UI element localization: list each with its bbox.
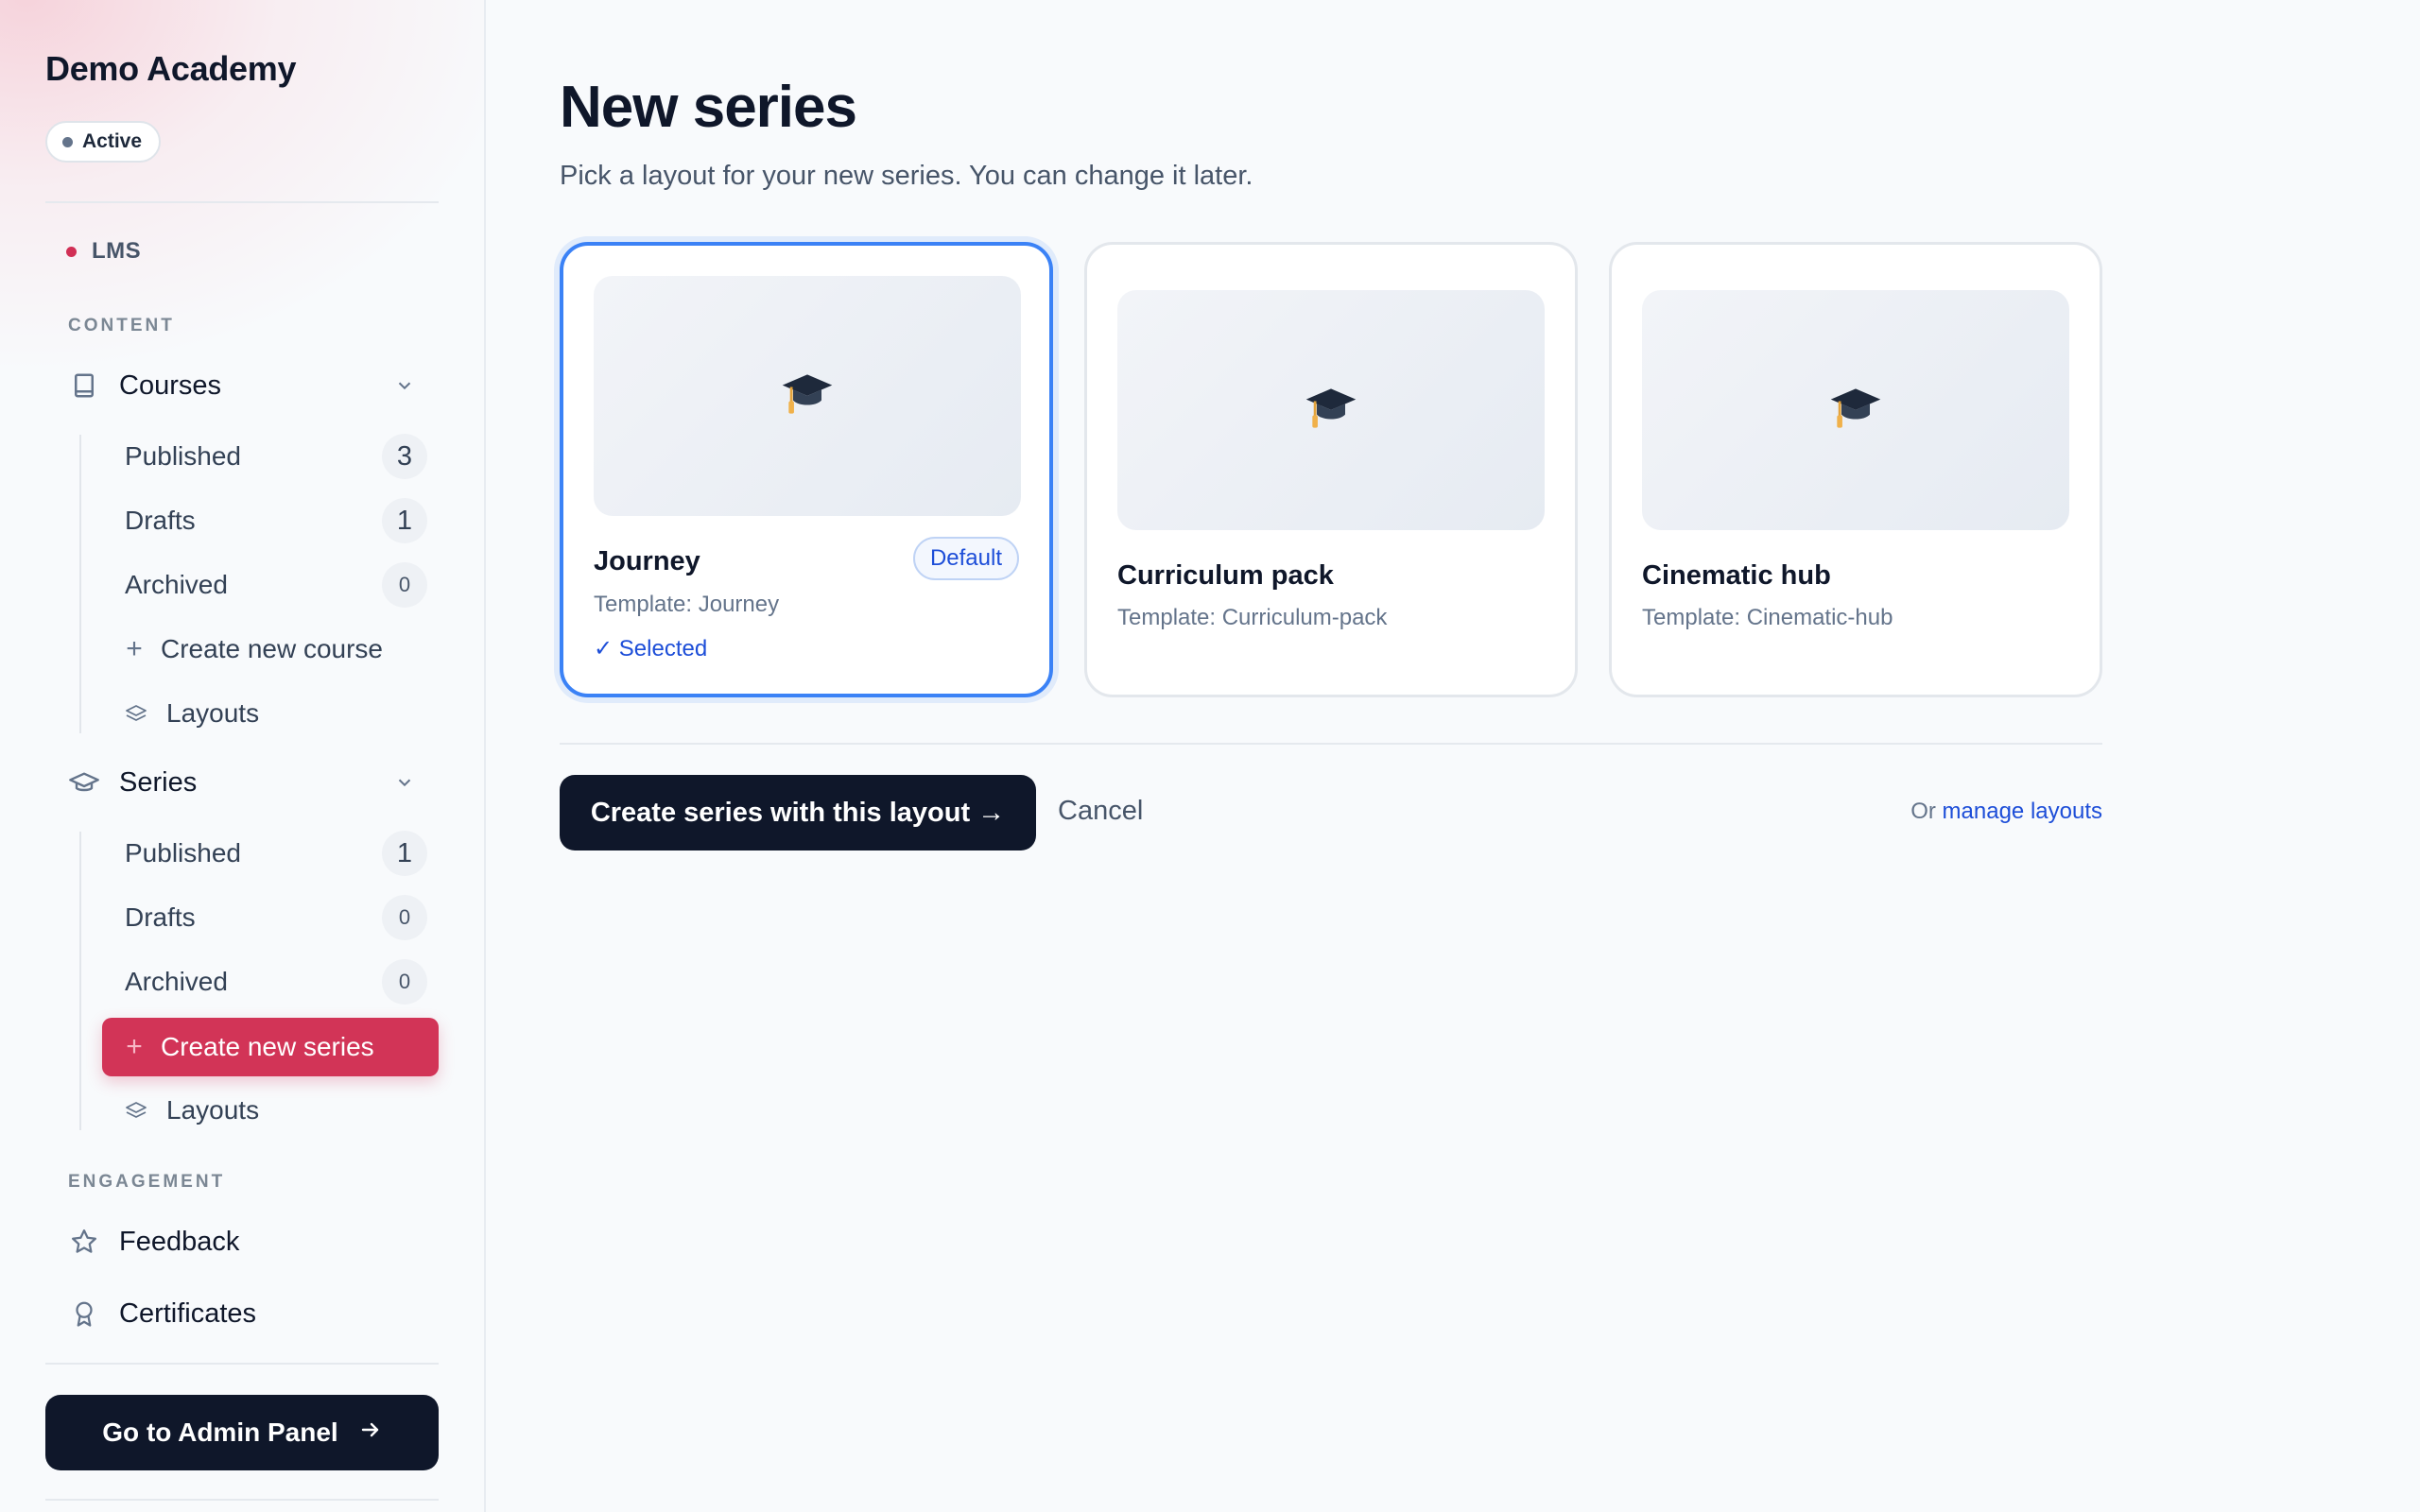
sidebar-item-series-drafts[interactable]: Drafts 0 bbox=[102, 888, 439, 947]
sidebar-item-label: Published bbox=[125, 838, 241, 868]
sidebar-divider bbox=[45, 1363, 439, 1365]
layout-name: Journey bbox=[594, 546, 700, 576]
app-dot bbox=[66, 246, 77, 257]
series-tree-line bbox=[79, 832, 81, 1130]
layout-thumbnail bbox=[1642, 290, 2069, 530]
graduation-cap-icon bbox=[1303, 380, 1359, 441]
sidebar-item-courses-drafts[interactable]: Drafts 1 bbox=[102, 491, 439, 550]
manage-prefix: Or bbox=[1910, 799, 1936, 824]
layout-template: Template: Cinematic-hub bbox=[1642, 605, 1893, 630]
count-badge: 0 bbox=[382, 562, 427, 608]
sidebar-item-courses-published[interactable]: Published 3 bbox=[102, 427, 439, 486]
nav-item-label: Feedback bbox=[119, 1226, 240, 1257]
sidebar-divider bbox=[45, 201, 439, 203]
book-icon bbox=[68, 369, 100, 402]
sidebar-item-label: Drafts bbox=[125, 902, 196, 932]
star-icon bbox=[68, 1226, 100, 1258]
nav-group-series[interactable]: Series bbox=[68, 760, 427, 805]
sidebar-item-label: Archived bbox=[125, 967, 228, 996]
admin-button-label: Go to Admin Panel bbox=[102, 1418, 338, 1447]
layout-thumbnail bbox=[1117, 290, 1545, 530]
content-divider bbox=[560, 743, 2102, 745]
go-to-admin-panel-button[interactable]: Go to Admin Panel bbox=[45, 1395, 439, 1470]
brand-title: Demo Academy bbox=[45, 49, 297, 88]
plus-icon: + bbox=[126, 633, 143, 664]
graduation-cap-icon bbox=[779, 366, 836, 427]
count-badge: 3 bbox=[382, 434, 427, 479]
default-badge: Default bbox=[912, 537, 1019, 580]
create-course-label: Create new course bbox=[161, 634, 384, 663]
sidebar-item-series-archived[interactable]: Archived 0 bbox=[102, 953, 439, 1011]
section-label-content: CONTENT bbox=[68, 316, 175, 335]
nav-group-courses[interactable]: Courses bbox=[68, 363, 427, 408]
create-series-button[interactable]: Create series with this layout → bbox=[560, 775, 1036, 850]
layers-icon bbox=[125, 702, 147, 725]
sidebar-item-certificates[interactable]: Certificates bbox=[68, 1291, 427, 1336]
count-badge: 1 bbox=[382, 831, 427, 876]
layout-name: Curriculum pack bbox=[1117, 560, 1334, 591]
manage-layouts-row: Or manage layouts bbox=[1910, 799, 2102, 825]
app-label[interactable]: LMS bbox=[66, 238, 141, 265]
sidebar-item-feedback[interactable]: Feedback bbox=[68, 1219, 427, 1264]
create-series-label: Create new series bbox=[161, 1032, 374, 1061]
chevron-down-icon[interactable] bbox=[391, 769, 418, 796]
sidebar-item-series-published[interactable]: Published 1 bbox=[102, 824, 439, 883]
nav-group-label: Courses bbox=[119, 369, 221, 401]
count-badge: 0 bbox=[382, 895, 427, 940]
graduation-cap-icon bbox=[1827, 380, 1884, 441]
sidebar-item-courses-archived[interactable]: Archived 0 bbox=[102, 556, 439, 614]
count-badge: 1 bbox=[382, 498, 427, 543]
layout-card-curriculum-pack[interactable]: Curriculum pack Template: Curriculum-pac… bbox=[1084, 242, 1578, 697]
layout-card-cinematic-hub[interactable]: Cinematic hub Template: Cinematic-hub bbox=[1609, 242, 2102, 697]
layout-thumbnail bbox=[594, 276, 1021, 516]
sidebar-item-course-layouts[interactable]: Layouts bbox=[102, 684, 439, 743]
layers-icon bbox=[125, 1099, 147, 1122]
sidebar-item-label: Published bbox=[125, 441, 241, 471]
plus-icon: + bbox=[126, 1031, 143, 1062]
chevron-down-icon[interactable] bbox=[391, 372, 418, 399]
sidebar-item-label: Drafts bbox=[125, 506, 196, 535]
sidebar-item-series-layouts[interactable]: Layouts bbox=[102, 1081, 439, 1140]
sidebar-item-label: Archived bbox=[125, 570, 228, 599]
cancel-button[interactable]: Cancel bbox=[1058, 796, 1143, 827]
sidebar: Demo Academy Active LMS CONTENT Courses … bbox=[0, 0, 486, 1512]
nav-group-label: Series bbox=[119, 766, 198, 798]
courses-tree-line bbox=[79, 435, 81, 733]
layout-template: Template: Journey bbox=[594, 592, 780, 617]
create-new-series-button[interactable]: + Create new series bbox=[102, 1018, 439, 1076]
page-title: New series bbox=[560, 75, 857, 140]
page-subtitle: Pick a layout for your new series. You c… bbox=[560, 161, 1253, 191]
manage-layouts-link[interactable]: manage layouts bbox=[1943, 799, 2102, 824]
nav-item-label: Certificates bbox=[119, 1297, 257, 1329]
status-label: Active bbox=[82, 130, 143, 152]
section-label-engagement: ENGAGEMENT bbox=[68, 1172, 226, 1192]
award-icon bbox=[68, 1297, 100, 1330]
arrow-right-icon bbox=[359, 1418, 382, 1448]
selected-indicator: ✓ Selected bbox=[594, 636, 708, 662]
layouts-label: Layouts bbox=[166, 1095, 260, 1125]
status-dot bbox=[62, 136, 73, 147]
layout-name: Cinematic hub bbox=[1642, 560, 1831, 591]
layout-card-journey[interactable]: Journey Default Template: Journey ✓ Sele… bbox=[560, 242, 1053, 697]
graduation-cap-icon bbox=[68, 766, 100, 799]
layout-template: Template: Curriculum-pack bbox=[1117, 605, 1388, 630]
app-label-text: LMS bbox=[92, 238, 142, 264]
create-new-course-button[interactable]: + Create new course bbox=[102, 620, 439, 679]
count-badge: 0 bbox=[382, 959, 427, 1005]
status-badge: Active bbox=[45, 121, 162, 163]
sidebar-divider bbox=[45, 1499, 439, 1501]
layouts-label: Layouts bbox=[166, 698, 260, 728]
